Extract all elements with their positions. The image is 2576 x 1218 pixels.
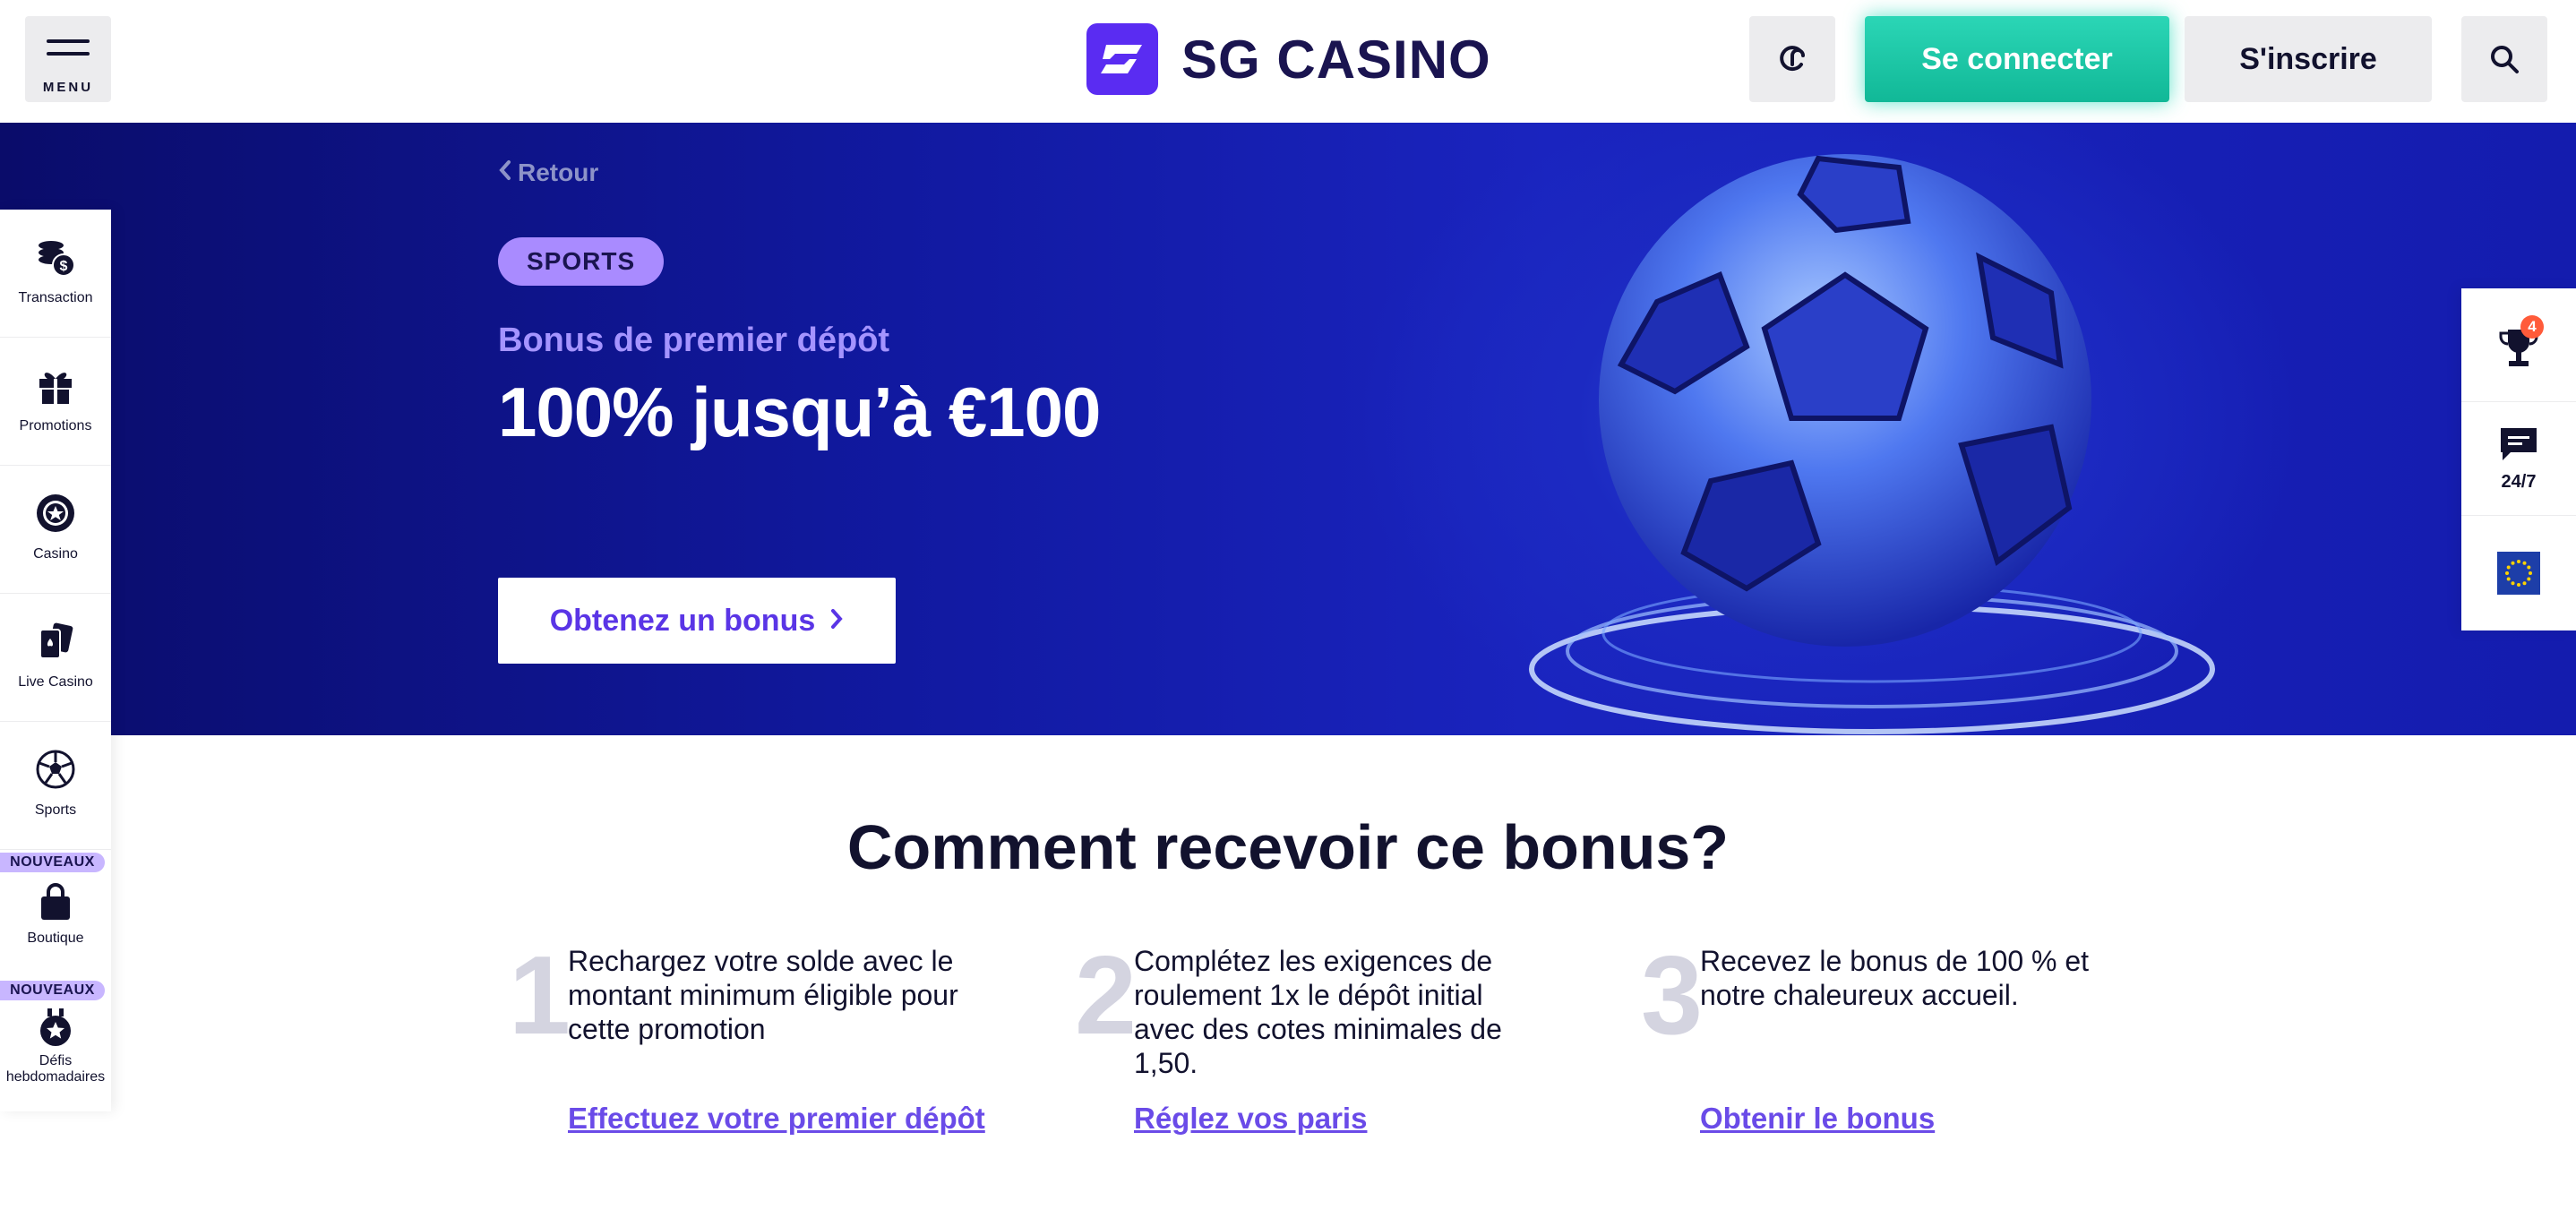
register-button[interactable]: S'inscrire <box>2185 16 2432 102</box>
rewards-count-badge: 4 <box>2520 315 2544 339</box>
make-deposit-link[interactable]: Effectuez votre premier dépôt <box>568 1102 985 1136</box>
sidebar-item-casino[interactable]: Casino <box>0 466 111 594</box>
chevron-left-icon <box>498 159 512 187</box>
chevron-right-icon <box>829 604 844 639</box>
sidebar-item-weekly-challenges[interactable]: Défis hebdomadaires <box>0 978 111 1111</box>
medal-star-icon <box>40 1008 71 1046</box>
search-icon <box>2491 46 2519 73</box>
casino-chip-icon <box>37 494 74 532</box>
category-tag: SPORTS <box>498 237 665 286</box>
sidebar-item-live-casino[interactable]: Live Casino <box>0 594 111 722</box>
hero-title: 100% jusqu’à €100 <box>498 373 1101 451</box>
left-sidebar: $ Transaction Promotions Casino Live Cas… <box>0 210 111 1111</box>
place-bets-link[interactable]: Réglez vos paris <box>1134 1102 1367 1136</box>
get-bonus-button[interactable]: Obtenez un bonus <box>498 578 896 664</box>
hero-subtitle: Bonus de premier dépôt <box>498 322 890 359</box>
logo-text: SG CASINO <box>1181 29 1491 90</box>
rewards-button[interactable]: 4 <box>2461 288 2576 402</box>
chat-icon <box>2501 428 2537 460</box>
search-button[interactable] <box>2461 16 2547 102</box>
back-link-label: Retour <box>518 159 599 186</box>
gift-icon <box>39 373 72 404</box>
playing-cards-icon <box>39 622 73 659</box>
get-bonus-link[interactable]: Obtenir le bonus <box>1700 1102 1935 1136</box>
shopping-bag-icon <box>41 883 70 920</box>
refer-friend-button[interactable] <box>1749 16 1835 102</box>
sidebar-item-label: Promotions <box>19 418 92 433</box>
sidebar-item-label: Casino <box>33 546 78 562</box>
step-number: 1 <box>509 934 571 1058</box>
promo-hero-banner: Retour SPORTS Bonus de premier dépôt 100… <box>0 123 2576 735</box>
sidebar-item-label: Défis hebdomadaires <box>5 1053 106 1085</box>
top-header: MENU SG CASINO Se connecter S'inscrire <box>0 0 2576 123</box>
step-text: Recevez le bonus de 100 % et notre chale… <box>1700 945 2090 1011</box>
coins-dollar-icon: $ <box>39 241 75 277</box>
step-number: 2 <box>1075 934 1137 1058</box>
hamburger-icon <box>47 39 90 64</box>
menu-button[interactable]: MENU <box>25 16 111 102</box>
menu-label: MENU <box>42 80 94 95</box>
step-text: Rechargez votre solde avec le montant mi… <box>568 945 958 1045</box>
soccer-ball-illustration <box>1529 154 2215 734</box>
step-text: Complétez les exigences de roulement 1x … <box>1134 945 1502 1079</box>
soccer-ball-icon <box>36 750 75 789</box>
eu-flag-icon <box>2497 552 2540 595</box>
step-number: 3 <box>1641 934 1703 1058</box>
sidebar-item-transaction[interactable]: $ Transaction <box>0 210 111 338</box>
live-chat-button[interactable]: 24/7 <box>2461 402 2576 516</box>
svg-text:$: $ <box>60 259 68 274</box>
support-hours-label: 24/7 <box>2501 472 2537 492</box>
get-bonus-label: Obtenez un bonus <box>549 603 816 638</box>
login-button[interactable]: Se connecter <box>1865 16 2169 102</box>
referral-icon <box>1780 46 1805 72</box>
sidebar-item-label: Live Casino <box>18 674 93 690</box>
right-rail: 4 24/7 <box>2461 288 2576 630</box>
sidebar-item-label: Boutique <box>27 931 84 946</box>
site-logo[interactable]: SG CASINO <box>1086 23 1491 95</box>
how-to-title: Comment recevoir ce bonus? <box>846 812 1730 882</box>
logo-mark-icon <box>1086 23 1158 95</box>
back-link[interactable]: Retour <box>498 159 598 187</box>
language-selector[interactable] <box>2461 516 2576 630</box>
sidebar-item-label: Transaction <box>18 290 93 305</box>
sidebar-item-promotions[interactable]: Promotions <box>0 338 111 466</box>
